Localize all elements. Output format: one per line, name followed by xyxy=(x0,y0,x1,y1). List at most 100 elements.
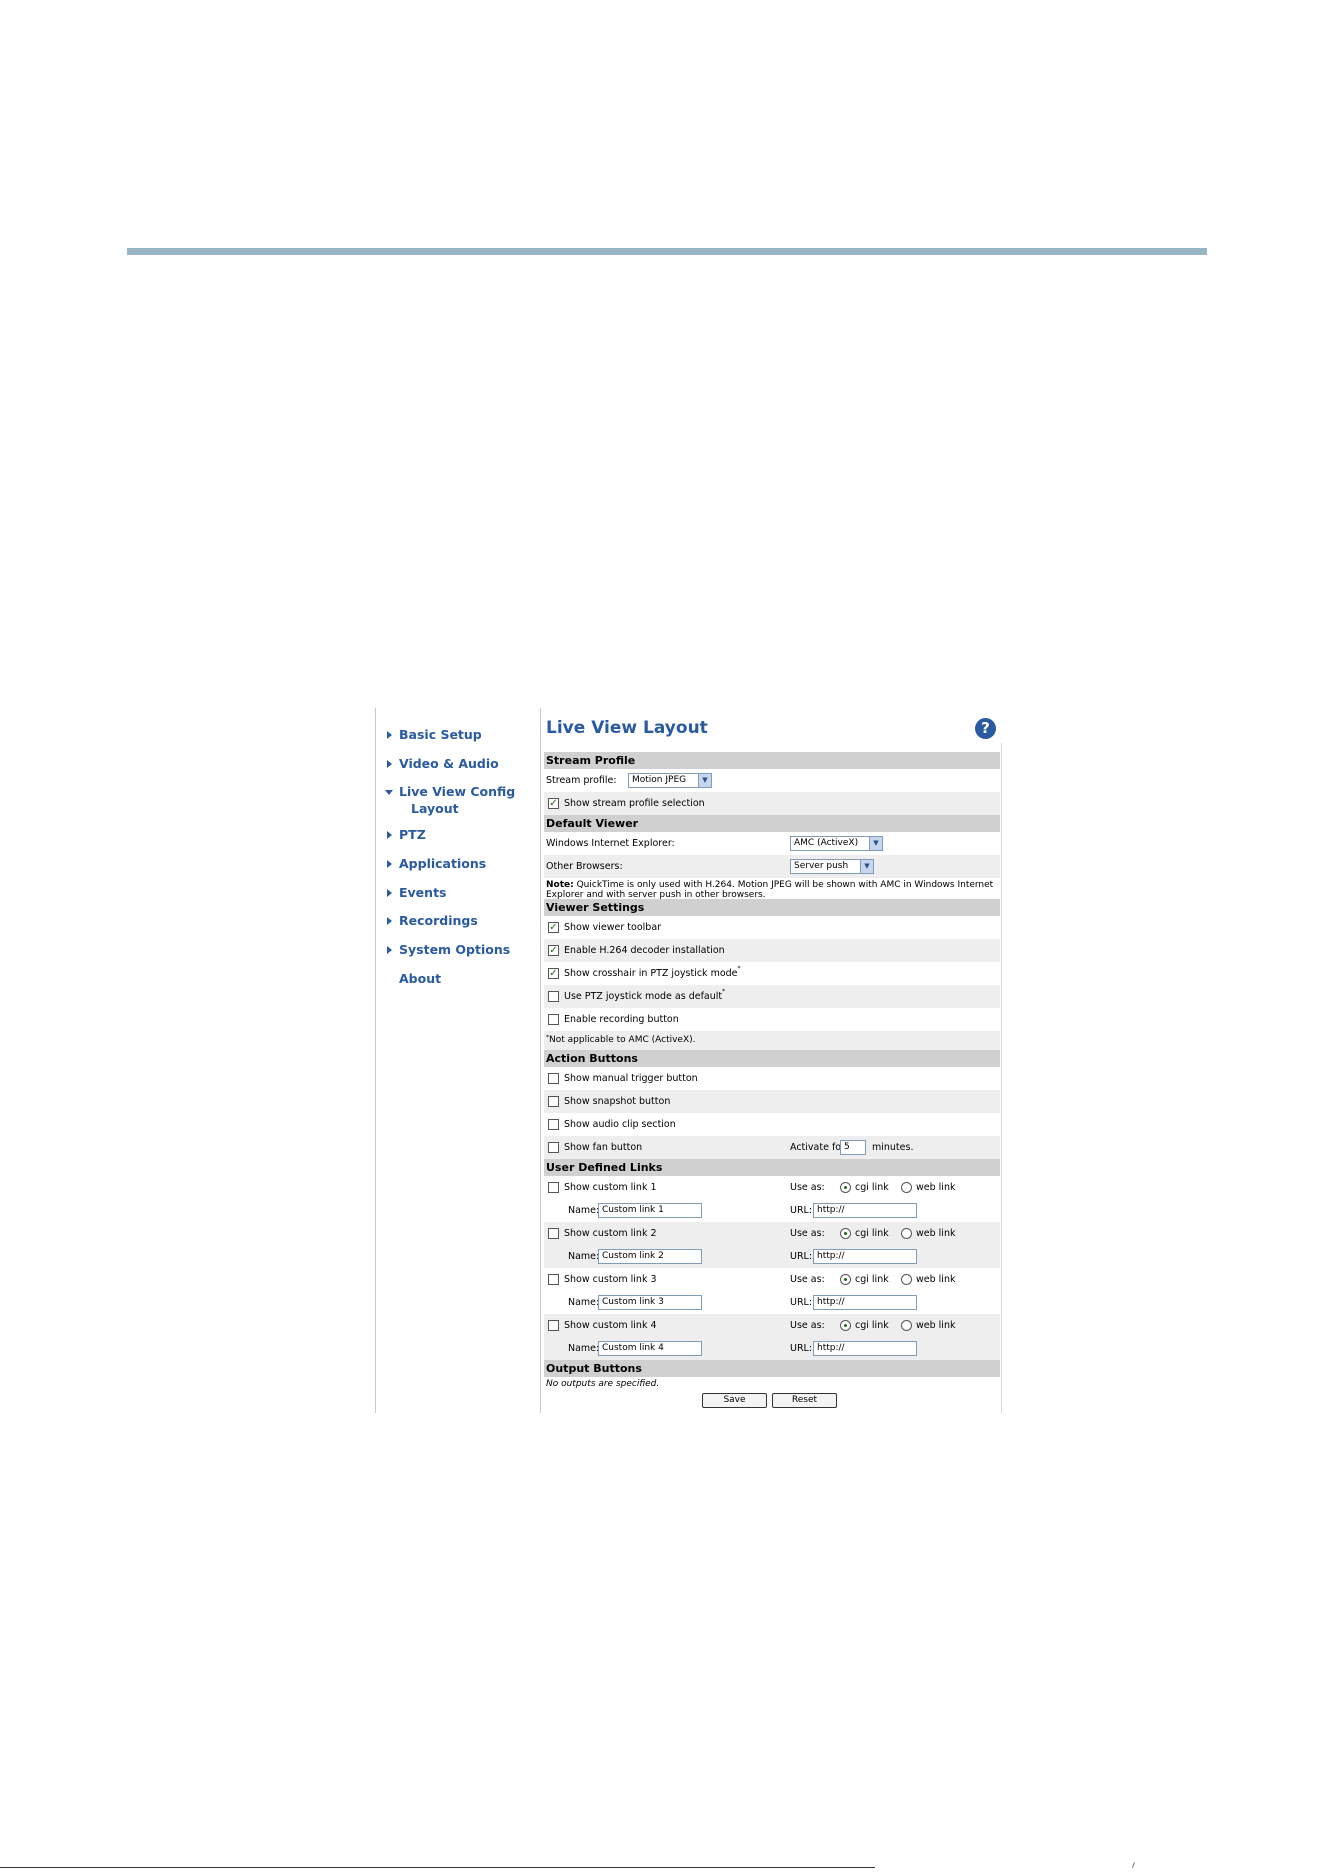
nav-item-label: Recordings xyxy=(399,913,478,929)
show-viewer-toolbar-checkbox[interactable]: ✓ xyxy=(548,922,559,933)
checkbox-label: Show custom link 4 xyxy=(564,1320,657,1331)
ptz-joystick-default-checkbox[interactable] xyxy=(548,991,559,1002)
show-fan-checkbox[interactable] xyxy=(548,1142,559,1153)
footer-mark xyxy=(1132,1862,1135,1868)
action-button-row: Show manual trigger button xyxy=(544,1067,1000,1090)
nav-item-events[interactable]: Events xyxy=(380,883,538,912)
chevron-down-icon: ▼ xyxy=(869,837,882,850)
nav-item-video-audio[interactable]: Video & Audio xyxy=(380,754,538,783)
nav-item-basic-setup[interactable]: Basic Setup xyxy=(380,725,538,754)
show-custom-link-2-checkbox[interactable] xyxy=(548,1228,559,1239)
viewer-setting-row: ✓ Show viewer toolbar xyxy=(544,916,1000,939)
cgi-link-radio[interactable] xyxy=(840,1228,851,1239)
live-view-layout-screenshot: Basic Setup Video & Audio Live View Conf… xyxy=(372,708,1002,1413)
cgi-link-label: cgi link xyxy=(855,1228,889,1239)
checkbox-label: Enable recording button xyxy=(564,1014,679,1025)
viewer-note: Note: QuickTime is only used with H.264.… xyxy=(544,878,1000,900)
section-viewer-settings: Viewer Settings xyxy=(544,899,1000,916)
other-browsers-row: Other Browsers: Server push ▼ xyxy=(544,855,1000,878)
name-label: Name: xyxy=(568,1297,600,1308)
nav-item-applications[interactable]: Applications xyxy=(380,854,538,883)
reset-button[interactable]: Reset xyxy=(772,1393,837,1408)
web-link-label: web link xyxy=(916,1320,956,1331)
show-crosshair-checkbox[interactable]: ✓ xyxy=(548,968,559,979)
activate-minutes-input[interactable]: 5 xyxy=(840,1140,866,1155)
section-user-defined-links: User Defined Links xyxy=(544,1159,1000,1176)
stream-profile-label: Stream profile: xyxy=(546,775,617,786)
ie-viewer-label: Windows Internet Explorer: xyxy=(546,838,675,849)
web-link-label: web link xyxy=(916,1228,956,1239)
custom-link-3-url-input[interactable]: http:// xyxy=(813,1295,917,1310)
sidebar-nav: Basic Setup Video & Audio Live View Conf… xyxy=(380,725,538,998)
ie-viewer-select[interactable]: AMC (ActiveX) ▼ xyxy=(790,836,883,851)
checkbox-label: Show custom link 1 xyxy=(564,1182,657,1193)
action-button-row: Show snapshot button xyxy=(544,1090,1000,1113)
nav-item-ptz[interactable]: PTZ xyxy=(380,825,538,854)
use-as-label: Use as: xyxy=(790,1182,825,1193)
viewer-setting-row: ✓ Enable H.264 decoder installation xyxy=(544,939,1000,962)
cgi-link-radio[interactable] xyxy=(840,1182,851,1193)
stream-profile-select[interactable]: Motion JPEG ▼ xyxy=(628,773,712,788)
save-button[interactable]: Save xyxy=(702,1393,767,1408)
checkbox-label: Use PTZ joystick mode as default* xyxy=(564,985,725,1008)
custom-link-row: Show custom link 2 Use as: cgi link web … xyxy=(544,1222,1000,1268)
name-label: Name: xyxy=(568,1205,600,1216)
cgi-link-radio[interactable] xyxy=(840,1274,851,1285)
nav-item-label: Live View Config xyxy=(399,784,516,800)
custom-link-1-name-input[interactable]: Custom link 1 xyxy=(598,1203,702,1218)
custom-link-4-name-input[interactable]: Custom link 4 xyxy=(598,1341,702,1356)
other-browsers-select[interactable]: Server push ▼ xyxy=(790,859,874,874)
stream-profile-value: Motion JPEG xyxy=(632,775,687,785)
checkbox-label: Show crosshair in PTZ joystick mode* xyxy=(564,962,741,985)
custom-link-3-name-input[interactable]: Custom link 3 xyxy=(598,1295,702,1310)
chevron-right-icon xyxy=(387,917,392,926)
chevron-down-icon: ▼ xyxy=(698,774,711,787)
nav-item-label: System Options xyxy=(399,942,511,958)
show-stream-profile-row: ✓ Show stream profile selection xyxy=(544,792,1000,815)
header-rule xyxy=(127,248,1207,255)
viewer-setting-row: Enable recording button xyxy=(544,1008,1000,1031)
show-snapshot-checkbox[interactable] xyxy=(548,1096,559,1107)
chevron-right-icon xyxy=(387,831,392,840)
custom-link-2-url-input[interactable]: http:// xyxy=(813,1249,917,1264)
other-browsers-label: Other Browsers: xyxy=(546,861,623,872)
web-link-radio[interactable] xyxy=(901,1228,912,1239)
activate-for-label: Activate for xyxy=(790,1142,846,1153)
custom-link-1-url-input[interactable]: http:// xyxy=(813,1203,917,1218)
nav-item-system-options[interactable]: System Options xyxy=(380,940,538,969)
cgi-link-label: cgi link xyxy=(855,1274,889,1285)
nav-item-label: Video & Audio xyxy=(399,755,499,771)
chevron-down-icon xyxy=(385,790,393,796)
nav-item-about[interactable]: About xyxy=(380,969,538,998)
cgi-link-radio[interactable] xyxy=(840,1320,851,1331)
note-text: QuickTime is only used with H.264. Motio… xyxy=(546,880,994,900)
use-as-label: Use as: xyxy=(790,1320,825,1331)
show-custom-link-1-checkbox[interactable] xyxy=(548,1182,559,1193)
enable-recording-checkbox[interactable] xyxy=(548,1014,559,1025)
chevron-right-icon xyxy=(387,888,392,897)
custom-link-4-url-input[interactable]: http:// xyxy=(813,1341,917,1356)
nav-subitem-layout[interactable]: Layout xyxy=(399,801,538,816)
custom-link-2-name-input[interactable]: Custom link 2 xyxy=(598,1249,702,1264)
nav-item-label: About xyxy=(399,970,442,986)
show-audio-clip-checkbox[interactable] xyxy=(548,1119,559,1130)
help-icon[interactable]: ? xyxy=(975,718,996,739)
web-link-radio[interactable] xyxy=(901,1182,912,1193)
web-link-radio[interactable] xyxy=(901,1274,912,1285)
show-custom-link-4-checkbox[interactable] xyxy=(548,1320,559,1331)
chevron-right-icon xyxy=(387,731,392,739)
content-right-border xyxy=(1001,743,1002,1413)
web-link-radio[interactable] xyxy=(901,1320,912,1331)
nav-item-live-view-config[interactable]: Live View Config Layout xyxy=(380,782,538,825)
show-custom-link-3-checkbox[interactable] xyxy=(548,1274,559,1285)
show-stream-profile-checkbox[interactable]: ✓ xyxy=(548,798,559,809)
enable-h264-checkbox[interactable]: ✓ xyxy=(548,945,559,956)
show-manual-trigger-checkbox[interactable] xyxy=(548,1073,559,1084)
nav-left-border xyxy=(375,708,376,1413)
note-label: Note: xyxy=(546,880,574,890)
nav-item-recordings[interactable]: Recordings xyxy=(380,911,538,940)
nav-item-label: Basic Setup xyxy=(399,727,482,742)
url-label: URL: xyxy=(790,1251,813,1262)
custom-link-row: Show custom link 1 Use as: cgi link web … xyxy=(544,1176,1000,1222)
footnote-mark: * xyxy=(722,988,726,995)
